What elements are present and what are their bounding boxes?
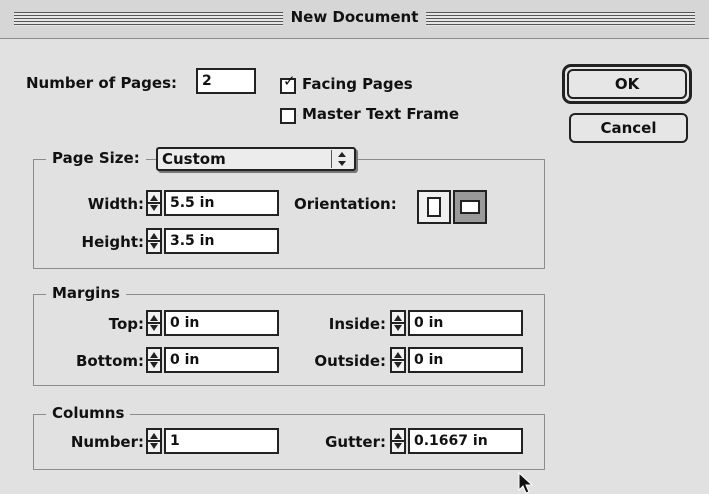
top-input[interactable]: 0 in (164, 310, 279, 336)
height-label: Height: (81, 233, 144, 251)
master-text-frame-label: Master Text Frame (302, 105, 460, 123)
num-pages-label: Number of Pages: (26, 74, 177, 92)
ok-button[interactable]: OK (567, 69, 687, 99)
height-input[interactable]: 3.5 in (164, 228, 279, 254)
window-title: New Document (282, 6, 427, 28)
page-size-popup[interactable]: Custom (156, 147, 356, 171)
outside-input[interactable]: 0 in (408, 347, 523, 373)
orientation-label: Orientation: (294, 195, 397, 213)
arrow-cursor-icon (518, 472, 534, 494)
facing-pages-label: Facing Pages (302, 75, 413, 93)
gutter-stepper[interactable] (390, 428, 406, 454)
gutter-label: Gutter: (325, 433, 386, 451)
number-stepper[interactable] (146, 428, 162, 454)
gutter-input[interactable]: 0.1667 in (408, 428, 523, 454)
inside-stepper[interactable] (390, 310, 406, 336)
num-pages-input[interactable]: 2 (196, 68, 256, 94)
master-text-frame-checkbox[interactable] (280, 108, 296, 124)
page-size-label: Page Size: (46, 149, 146, 167)
bottom-stepper[interactable] (146, 347, 162, 373)
portrait-button[interactable] (417, 190, 451, 224)
width-stepper[interactable] (146, 190, 162, 216)
top-label: Top: (108, 315, 144, 333)
title-bar[interactable]: New Document (0, 0, 709, 39)
bottom-label: Bottom: (75, 352, 144, 370)
outside-stepper[interactable] (390, 347, 406, 373)
number-label: Number: (70, 433, 144, 451)
top-stepper[interactable] (146, 310, 162, 336)
inside-label: Inside: (328, 315, 386, 333)
popup-arrows-icon (331, 150, 352, 168)
width-label: Width: (87, 195, 144, 213)
width-input[interactable]: 5.5 in (164, 190, 279, 216)
checkmark-icon: ✓ (283, 72, 296, 90)
landscape-button[interactable] (453, 190, 487, 224)
outside-label: Outside: (314, 352, 386, 370)
columns-title: Columns (46, 404, 131, 422)
number-input[interactable]: 1 (164, 428, 279, 454)
page-size-selected: Custom (162, 150, 226, 168)
portrait-icon (427, 197, 441, 217)
landscape-icon (460, 200, 480, 214)
margins-title: Margins (46, 284, 126, 302)
cancel-button[interactable]: Cancel (569, 113, 688, 143)
facing-pages-checkbox[interactable]: ✓ (280, 74, 296, 94)
inside-input[interactable]: 0 in (408, 310, 523, 336)
bottom-input[interactable]: 0 in (164, 347, 279, 373)
height-stepper[interactable] (146, 228, 162, 254)
